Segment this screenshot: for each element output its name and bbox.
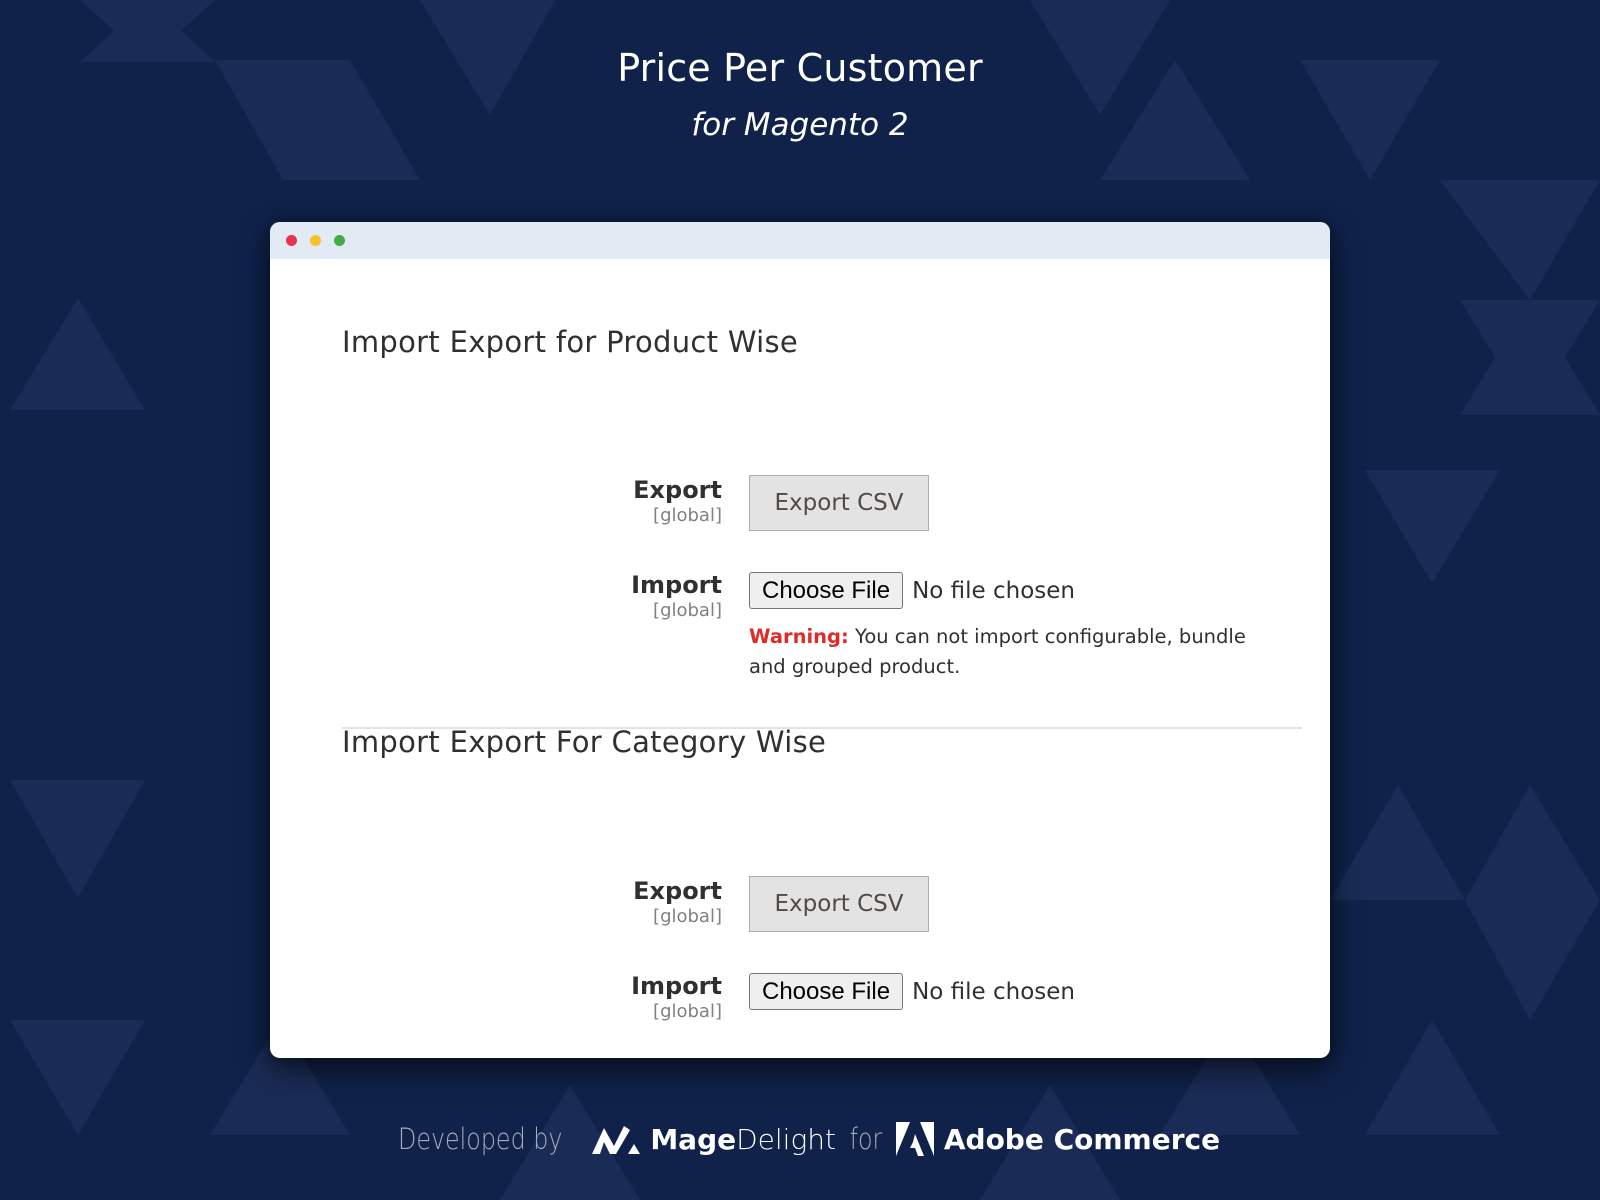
hero-header: Price Per Customer for Magento 2 <box>0 40 1600 150</box>
brand-light: Delight <box>736 1122 836 1156</box>
product-choose-file-button[interactable]: Choose File <box>749 572 904 609</box>
product-import-label: Import [global] <box>522 570 722 622</box>
import-warning-message: Warning: You can not import configurable… <box>749 622 1269 682</box>
magedelight-logo-icon <box>590 1122 641 1156</box>
product-export-csv-button[interactable]: Export CSV <box>749 475 929 531</box>
category-choose-file-button[interactable]: Choose File <box>749 973 904 1010</box>
section-title-category-wise: Import Export For Category Wise <box>342 725 827 759</box>
product-import-row: Import [global] Choose File No file chos… <box>270 570 1330 678</box>
product-file-status: No file chosen <box>912 577 1075 604</box>
category-import-label: Import [global] <box>522 971 722 1023</box>
scope-label: [global] <box>653 600 722 621</box>
footer-credits: Developed by MageDelight for Adobe Comme… <box>0 1122 1600 1156</box>
hero-title: Price Per Customer <box>617 46 983 90</box>
export-label: Export <box>633 877 722 905</box>
category-import-row: Import [global] Choose File No file chos… <box>270 971 1330 1031</box>
category-import-file-input[interactable]: Choose File No file chosen <box>749 973 1075 1010</box>
adobe-logo-icon <box>895 1122 934 1156</box>
product-export-row: Export [global] Export CSV <box>270 475 1330 535</box>
product-import-file-input[interactable]: Choose File No file chosen <box>749 572 1075 609</box>
scope-label: [global] <box>653 906 722 927</box>
close-window-dot-icon[interactable] <box>286 235 297 246</box>
category-file-status: No file chosen <box>912 978 1075 1005</box>
scope-label: [global] <box>653 1001 722 1022</box>
developed-by-text: Developed by <box>397 1122 563 1156</box>
hero-subtitle: for Magento 2 <box>691 107 909 143</box>
maximize-window-dot-icon[interactable] <box>334 235 345 246</box>
category-export-label: Export [global] <box>522 876 722 928</box>
category-export-csv-button[interactable]: Export CSV <box>749 876 929 932</box>
category-export-row: Export [global] Export CSV <box>270 876 1330 936</box>
window-titlebar <box>270 222 1330 259</box>
product-export-label: Export [global] <box>522 475 722 527</box>
import-label: Import <box>631 972 722 1000</box>
adobe-commerce-text: Adobe Commerce <box>943 1122 1221 1156</box>
magedelight-brand: MageDelight <box>650 1123 836 1156</box>
warning-label: Warning: <box>749 625 849 648</box>
for-text: for <box>849 1122 883 1156</box>
scope-label: [global] <box>653 505 722 526</box>
minimize-window-dot-icon[interactable] <box>310 235 321 246</box>
import-label: Import <box>631 571 722 599</box>
browser-window: Import Export for Product Wise Export [g… <box>270 222 1330 1058</box>
section-title-product-wise: Import Export for Product Wise <box>342 325 799 359</box>
brand-bold: Mage <box>650 1122 737 1156</box>
export-label: Export <box>633 476 722 504</box>
